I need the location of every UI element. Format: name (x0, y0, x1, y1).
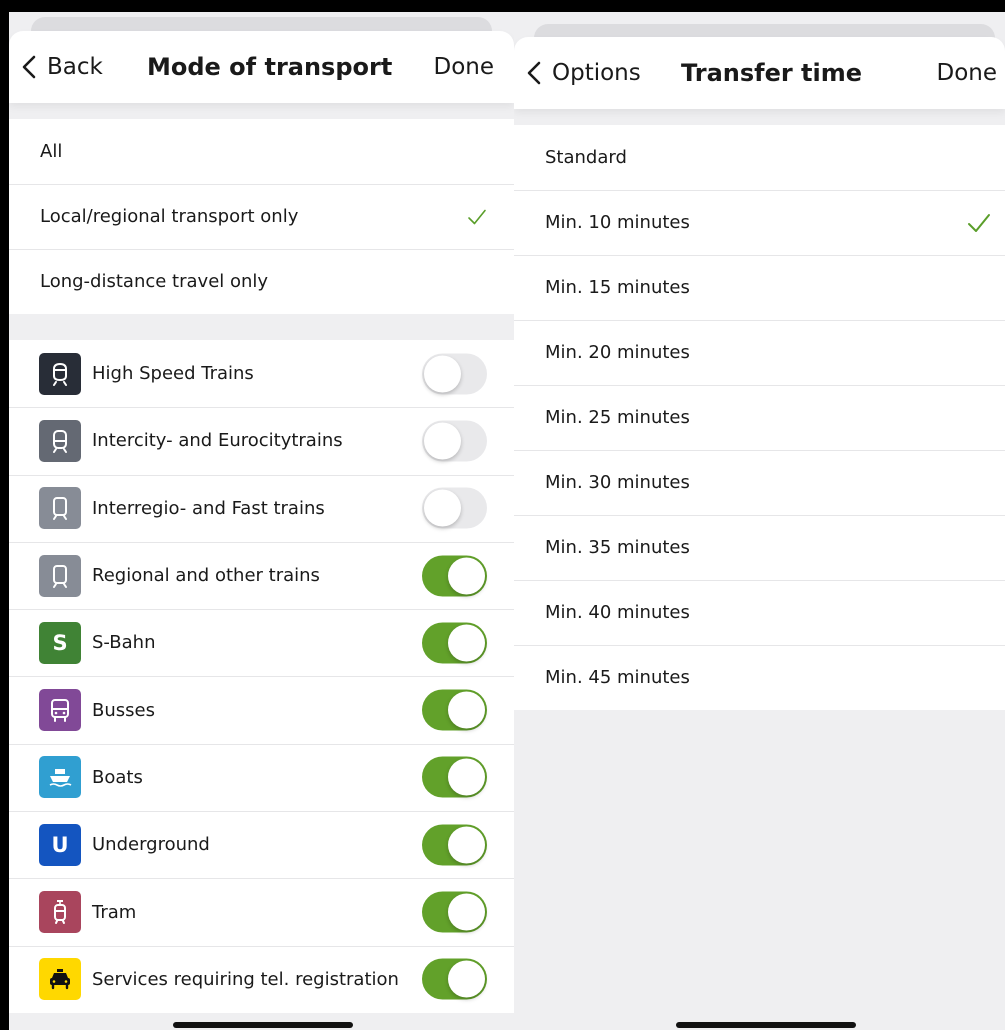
option-label: Local/regional transport only (40, 206, 299, 227)
option-label: Min. 30 minutes (545, 472, 690, 493)
toggle-knob (448, 691, 485, 729)
underground-icon: U (39, 823, 81, 866)
mode-row-tel-registration[interactable]: Services requiring tel. registration (9, 945, 514, 1013)
mode-label: S-Bahn (92, 632, 156, 654)
high-speed-train-icon (39, 352, 81, 395)
chevron-left-icon (527, 61, 541, 85)
mode-label: Intercity- and Eurocitytrains (92, 430, 343, 452)
back-label: Options (552, 60, 641, 86)
checkmark-icon (968, 213, 990, 232)
toggle-switch[interactable] (422, 958, 487, 1000)
mode-of-transport-screen: Back Mode of transport Done All Local/re… (9, 12, 514, 1030)
back-label: Back (47, 54, 103, 80)
option-label: Min. 15 minutes (545, 277, 690, 298)
mode-row-tram[interactable]: Tram (9, 878, 514, 945)
toggle-switch[interactable] (422, 353, 487, 395)
chevron-left-icon (22, 55, 36, 79)
option-label: Min. 45 minutes (545, 667, 690, 688)
mode-row-interregio-trains[interactable]: Interregio- and Fast trains (9, 474, 514, 542)
s-bahn-letter: S (52, 630, 68, 655)
boat-icon (39, 756, 81, 799)
mode-label: Interregio- and Fast trains (92, 497, 325, 519)
toggle-knob (448, 557, 485, 595)
transport-modes-list: High Speed Trains Intercity- and Eurocit… (9, 340, 514, 1013)
tram-icon (39, 891, 81, 934)
scope-option-all[interactable]: All (9, 119, 514, 184)
toggle-switch[interactable] (422, 622, 487, 664)
intercity-train-icon (39, 419, 81, 462)
toggle-switch[interactable] (422, 420, 487, 462)
transfer-option-40-min[interactable]: Min. 40 minutes (514, 580, 1005, 645)
mode-label: High Speed Trains (92, 363, 254, 385)
transfer-option-standard[interactable]: Standard (514, 125, 1005, 190)
transfer-time-screen: Options Transfer time Done Standard Min.… (514, 12, 1005, 1030)
toggle-switch[interactable] (422, 555, 487, 597)
mode-row-high-speed-trains[interactable]: High Speed Trains (9, 340, 514, 407)
page-title: Mode of transport (147, 53, 393, 81)
scope-options-list: All Local/regional transport only Long-d… (9, 119, 514, 314)
option-label: Min. 20 minutes (545, 342, 690, 363)
mode-label: Busses (92, 699, 155, 721)
toggle-knob (448, 758, 485, 796)
toggle-knob (448, 624, 485, 662)
back-button[interactable]: Options (524, 37, 641, 109)
transfer-time-options-list: Standard Min. 10 minutes Min. 15 minutes… (514, 125, 1005, 710)
option-label: Min. 25 minutes (545, 407, 690, 428)
toggle-switch[interactable] (422, 824, 487, 866)
home-indicator (676, 1022, 856, 1028)
underground-letter: U (51, 832, 69, 857)
transfer-option-15-min[interactable]: Min. 15 minutes (514, 255, 1005, 320)
regional-train-icon (39, 554, 81, 597)
navigation-bar: Back Mode of transport Done (9, 31, 514, 103)
scope-option-long-distance[interactable]: Long-distance travel only (9, 249, 514, 314)
mode-row-busses[interactable]: Busses (9, 676, 514, 743)
toggle-knob (448, 893, 485, 931)
toggle-knob (424, 422, 461, 460)
mode-row-intercity-trains[interactable]: Intercity- and Eurocitytrains (9, 407, 514, 474)
option-label: Min. 35 minutes (545, 537, 690, 558)
toggle-knob (424, 489, 461, 527)
taxi-icon (39, 958, 81, 1001)
toggle-knob (424, 355, 461, 393)
back-button[interactable]: Back (19, 31, 103, 103)
checkmark-icon (468, 209, 486, 224)
home-indicator (173, 1022, 353, 1028)
toggle-knob (448, 960, 485, 998)
transfer-option-20-min[interactable]: Min. 20 minutes (514, 320, 1005, 385)
done-button[interactable]: Done (433, 31, 494, 103)
option-label: Long-distance travel only (40, 271, 269, 292)
mode-row-s-bahn[interactable]: S S-Bahn (9, 609, 514, 676)
toggle-switch[interactable] (422, 689, 487, 731)
transfer-option-45-min[interactable]: Min. 45 minutes (514, 645, 1005, 710)
transfer-option-10-min[interactable]: Min. 10 minutes (514, 190, 1005, 255)
bus-icon (39, 689, 81, 732)
mode-label: Underground (92, 834, 210, 856)
option-label: Min. 10 minutes (545, 212, 690, 233)
navigation-bar: Options Transfer time Done (514, 37, 1005, 109)
done-button[interactable]: Done (936, 37, 997, 109)
toggle-switch[interactable] (422, 487, 487, 529)
transfer-option-30-min[interactable]: Min. 30 minutes (514, 450, 1005, 515)
transfer-option-35-min[interactable]: Min. 35 minutes (514, 515, 1005, 580)
transfer-option-25-min[interactable]: Min. 25 minutes (514, 385, 1005, 450)
mode-row-boats[interactable]: Boats (9, 743, 514, 811)
mode-row-regional-trains[interactable]: Regional and other trains (9, 541, 514, 609)
option-label: All (40, 141, 63, 162)
option-label: Min. 40 minutes (545, 602, 690, 623)
mode-label: Regional and other trains (92, 565, 320, 587)
option-label: Standard (545, 147, 627, 168)
mode-label: Services requiring tel. registration (92, 968, 399, 990)
mode-row-underground[interactable]: U Underground (9, 811, 514, 878)
mode-label: Boats (92, 766, 143, 788)
toggle-switch[interactable] (422, 756, 487, 798)
toggle-switch[interactable] (422, 891, 487, 933)
mode-label: Tram (92, 901, 137, 923)
interregio-train-icon (39, 487, 81, 530)
toggle-knob (448, 826, 485, 864)
scope-option-local-regional[interactable]: Local/regional transport only (9, 184, 514, 249)
page-title: Transfer time (681, 59, 863, 87)
s-bahn-icon: S (39, 621, 81, 664)
